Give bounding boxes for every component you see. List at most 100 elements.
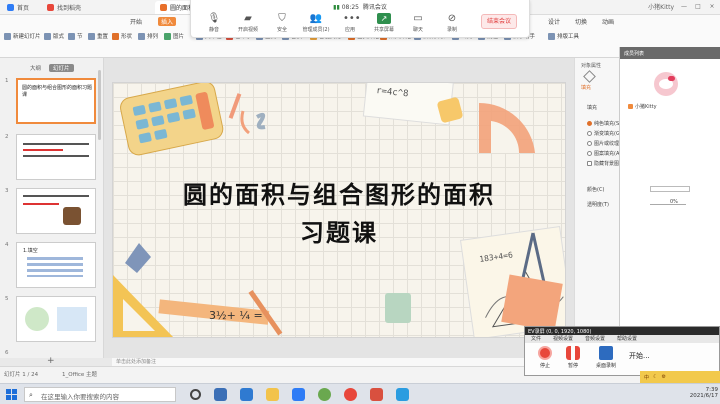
thumb-number: 2 xyxy=(5,134,9,140)
orange-note-icon xyxy=(501,274,563,332)
task-view-icon[interactable] xyxy=(214,388,227,401)
chat-button[interactable]: ▭ 聊天 xyxy=(401,13,435,33)
minimize-icon[interactable]: — xyxy=(680,3,688,10)
maximize-icon[interactable]: □ xyxy=(694,3,702,10)
recorder-menu-file[interactable]: 文件 xyxy=(531,335,541,343)
slide-1[interactable]: r=4c^8 3½+ ¼ = 183+4=6 圆的面积与组合图形的面积 习题课 xyxy=(112,82,566,338)
signal-icon: ▮▮ xyxy=(333,4,340,11)
members-button[interactable]: 👥 管理成员(2) xyxy=(299,13,333,33)
color-picker[interactable] xyxy=(650,186,690,192)
system-tray[interactable]: 7:39 2021/6/17 xyxy=(640,387,718,399)
checkbox-box xyxy=(587,161,592,166)
paper-clip-icon xyxy=(240,110,250,135)
section-button[interactable]: 节 xyxy=(68,32,83,40)
taskbar-search[interactable]: ⌕ 在这里输入你要搜索的内容 xyxy=(24,387,176,402)
chrome-icon[interactable] xyxy=(344,388,357,401)
input-method-bar[interactable]: 中 ☾ ⚙ xyxy=(640,371,720,383)
fraction-note: 3½+ ¼ = xyxy=(209,309,263,322)
share-screen-icon: ↗ xyxy=(377,13,391,24)
start-button[interactable] xyxy=(6,389,17,400)
slide-thumbnail-4[interactable]: 1.填空 xyxy=(16,242,96,288)
transparency-slider[interactable] xyxy=(650,201,686,207)
stop-record-button[interactable]: 停止 xyxy=(533,346,557,369)
reset-button[interactable]: 重置 xyxy=(88,32,108,40)
apps-button[interactable]: ••• 应用 xyxy=(333,13,367,33)
outline-tab[interactable]: 大纲 xyxy=(30,64,41,72)
store-icon[interactable] xyxy=(292,388,305,401)
thumb-text-line xyxy=(23,155,89,157)
slide-canvas: r=4c^8 3½+ ¼ = 183+4=6 圆的面积与组合图形的面积 习题课 xyxy=(104,58,574,358)
edge-icon[interactable] xyxy=(240,388,253,401)
picture-icon xyxy=(164,32,171,40)
layout-button[interactable]: 版式 xyxy=(44,32,64,40)
layout-label: 版式 xyxy=(53,34,65,40)
recorder-menu-video[interactable]: 视频设置 xyxy=(553,335,573,343)
arrange-icon xyxy=(138,32,145,40)
fill-tab[interactable]: 填充 xyxy=(581,84,591,91)
slide-subtitle[interactable]: 习题课 xyxy=(113,213,565,248)
picture-button[interactable]: 图片 xyxy=(164,32,184,40)
ribbon-tab-insert[interactable]: 插入 xyxy=(158,17,177,26)
browser-icon[interactable] xyxy=(318,388,331,401)
windows-logo-part xyxy=(12,389,17,394)
share-screen-button[interactable]: ↗ 共享屏幕 xyxy=(367,13,401,33)
participants-header: 成员列表 xyxy=(620,47,720,59)
add-slide-button[interactable]: + xyxy=(47,356,55,366)
pause-label: 暂停 xyxy=(567,363,578,369)
tab-home[interactable]: 首页 xyxy=(2,1,38,14)
record-button[interactable]: ⊘ 录制 xyxy=(435,13,469,33)
ribbon-tab-animation[interactable]: 动画 xyxy=(602,17,614,26)
wps-icon[interactable] xyxy=(370,388,383,401)
tab-docer[interactable]: 找到稻壳 xyxy=(42,1,104,14)
gradient-fill-radio[interactable]: 渐变填充(G) xyxy=(587,130,622,137)
thumb-number: 5 xyxy=(5,296,9,302)
arrange-button[interactable]: 排列 xyxy=(138,32,158,40)
radio-dot xyxy=(587,141,592,146)
recorder-status: 开始... xyxy=(629,352,650,360)
thumb-number: 4 xyxy=(5,242,9,248)
monitor-icon xyxy=(599,346,613,360)
meeting-app-icon[interactable] xyxy=(396,388,409,401)
slide-thumbnail-2[interactable] xyxy=(16,134,96,180)
security-button[interactable]: ⛉ 安全 xyxy=(265,13,299,33)
ime-language[interactable]: 中 xyxy=(644,374,649,381)
meeting-duration: 08:25 xyxy=(341,4,359,11)
ribbon-tab-design[interactable]: 设计 xyxy=(548,17,560,26)
pattern-fill-radio[interactable]: 图案填充(A) xyxy=(587,150,621,157)
slide-thumbnail-1[interactable]: 圆的面积与组合图形的面积习题课 xyxy=(16,78,96,124)
picture-label: 图片 xyxy=(173,34,185,40)
slide-thumbnail-3[interactable] xyxy=(16,188,96,234)
solid-fill-radio[interactable]: 纯色填充(S) xyxy=(587,120,621,127)
cortana-icon[interactable] xyxy=(190,389,201,400)
shape-button[interactable]: 形状 xyxy=(112,32,132,40)
slide-thumbnail-5[interactable] xyxy=(16,296,96,342)
layout-tool-button[interactable]: 排版工具 xyxy=(548,32,579,40)
slide-title[interactable]: 圆的面积与组合图形的面积 xyxy=(113,175,565,210)
account-name[interactable]: 小猪Kitty xyxy=(648,2,674,11)
thumbnail-scrollbar[interactable] xyxy=(98,70,101,140)
recorder-menu-help[interactable]: 帮助设置 xyxy=(617,335,637,343)
avatar[interactable] xyxy=(654,72,678,96)
thumb-1-text: 圆的面积与组合图形的面积习题课 xyxy=(22,85,93,98)
layout-tool-icon xyxy=(548,32,555,40)
close-icon[interactable]: × xyxy=(708,3,716,10)
fill-section-label: 填充 xyxy=(587,105,598,111)
mute-button[interactable]: 🎙 静音 xyxy=(197,13,231,33)
record-icon xyxy=(538,346,552,360)
slides-tab[interactable]: 幻灯片 xyxy=(49,64,74,72)
ribbon-tab-home[interactable]: 开始 xyxy=(130,17,142,26)
windows-logo-part xyxy=(12,395,17,400)
screen-recorder-window: EV录屏 (0, 0, 1920, 1080) 文件 视频设置 音频设置 帮助设… xyxy=(524,326,720,376)
video-button[interactable]: ▰ 开启视频 xyxy=(231,13,265,33)
end-meeting-button[interactable]: 结束会议 xyxy=(481,14,517,29)
pause-button[interactable]: 暂停 xyxy=(561,346,585,369)
calculator-icon xyxy=(120,83,224,156)
ribbon-tab-transition[interactable]: 切换 xyxy=(575,17,587,26)
recorder-menu-audio[interactable]: 音频设置 xyxy=(585,335,605,343)
new-slide-label: 新建幻灯片 xyxy=(13,34,41,40)
transparency-value[interactable]: 0% xyxy=(670,199,678,205)
notes-area[interactable]: 单击此处添加备注 xyxy=(112,358,572,366)
file-explorer-icon[interactable] xyxy=(266,388,279,401)
desktop-record-button[interactable]: 桌面录制 xyxy=(591,346,621,369)
new-slide-button[interactable]: 新建幻灯片 xyxy=(4,32,41,40)
